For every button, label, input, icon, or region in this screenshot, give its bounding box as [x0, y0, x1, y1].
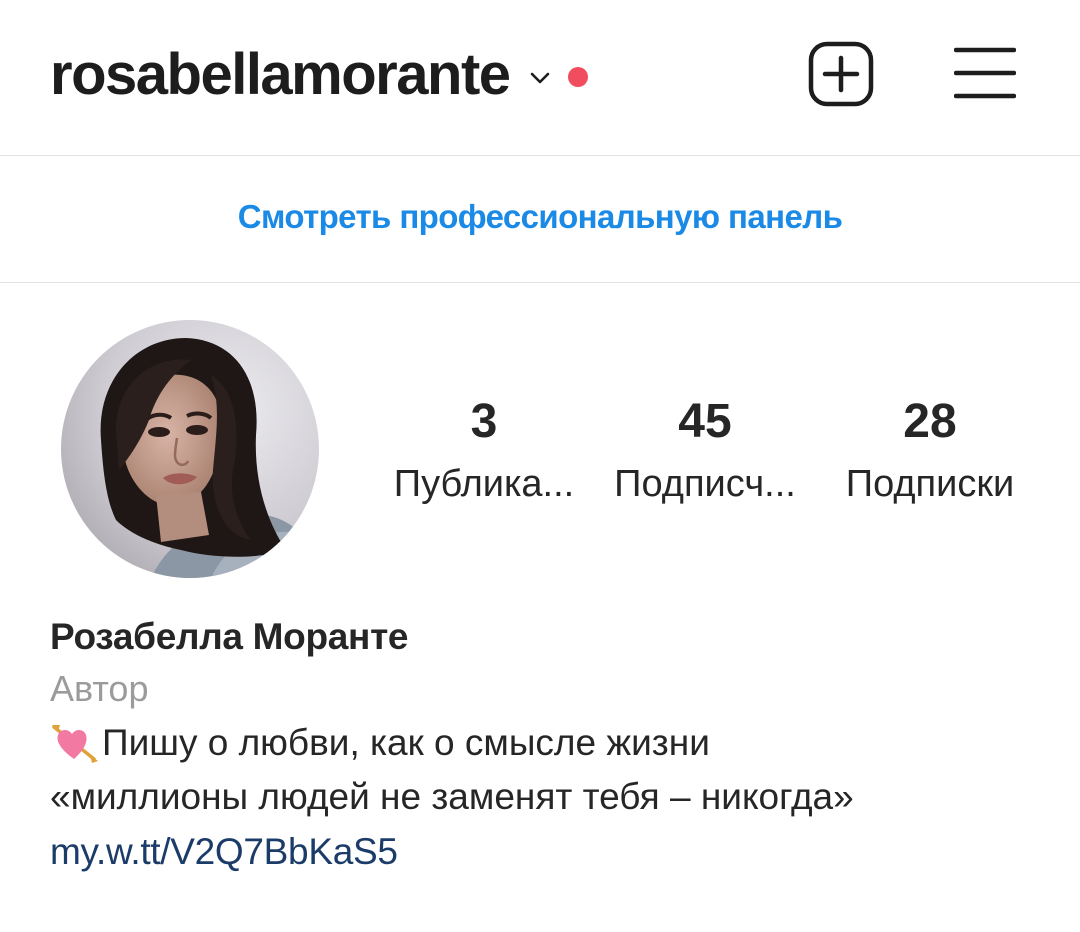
followers-label: Подписч... — [614, 463, 796, 505]
bio-line-1: Пишу о любви, как о смысле жизни — [50, 716, 1050, 770]
add-square-icon[interactable] — [808, 41, 874, 107]
posts-stat[interactable]: 3 Публика... — [376, 392, 592, 508]
bio-line-2: «миллионы людей не заменят тебя – никогд… — [50, 770, 1050, 824]
following-stat[interactable]: 28 Подписки — [818, 392, 1042, 508]
professional-dashboard-bar: Смотреть профессиональную панель — [0, 156, 1080, 283]
hamburger-menu-icon[interactable] — [954, 45, 1016, 101]
following-label: Подписки — [845, 463, 1015, 505]
followers-count: 45 — [678, 395, 732, 448]
profile-stats: 3 Публика... 45 Подписч... 28 Подписки — [370, 392, 1050, 512]
avatar[interactable] — [61, 320, 319, 578]
professional-dashboard-link[interactable]: Смотреть профессиональную панель — [238, 198, 843, 236]
username: rosabellamorante — [50, 42, 511, 107]
profile-header: rosabellamorante — [0, 0, 1080, 156]
bio-text-1: Пишу о любви, как о смысле жизни — [102, 722, 710, 763]
posts-count: 3 — [470, 395, 498, 448]
bio-website-link[interactable]: my.w.tt/V2Q7BbKaS5 — [50, 824, 1050, 880]
profile-screen: rosabellamorante Смотреть профессиональн… — [0, 0, 1080, 932]
notification-dot-icon — [567, 67, 588, 87]
chevron-down-icon — [530, 72, 549, 84]
posts-label: Публика... — [393, 463, 575, 505]
heart-with-arrow-icon — [52, 725, 98, 763]
category-label: Автор — [50, 668, 149, 709]
following-count: 28 — [903, 395, 957, 448]
account-switcher[interactable]: rosabellamorante — [50, 40, 588, 110]
full-name: Розабелла Моранте — [50, 616, 409, 657]
profile-bio: Розабелла Моранте Автор Пишу о любви, ка… — [50, 612, 1050, 880]
followers-stat[interactable]: 45 Подписч... — [596, 392, 814, 508]
bio-text-2: «миллионы людей не заменят тебя – никогд… — [50, 776, 854, 817]
